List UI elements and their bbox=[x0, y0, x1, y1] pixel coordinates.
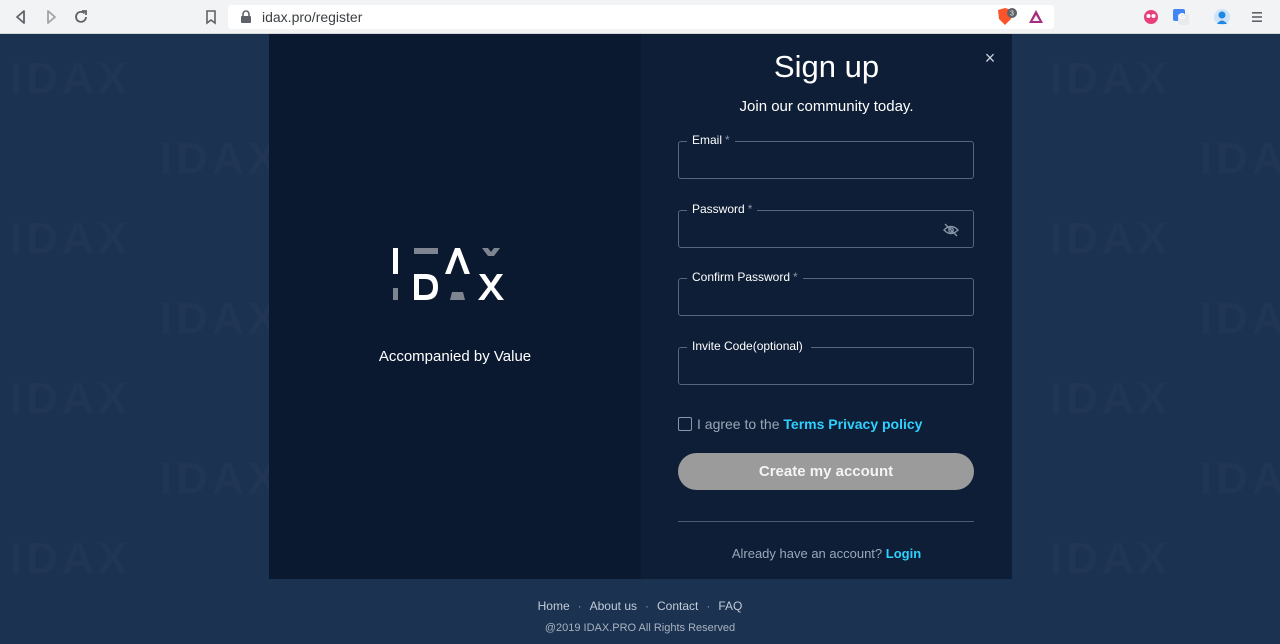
bg-logo: IDAX bbox=[10, 374, 131, 424]
brave-shield-icon[interactable]: 3 bbox=[996, 7, 1017, 25]
bg-logo: IDAX bbox=[1050, 214, 1171, 264]
bg-logo: IDAX bbox=[160, 134, 281, 184]
email-label: Email * bbox=[687, 132, 735, 148]
copyright: @2019 IDAX.PRO All Rights Reserved bbox=[544, 622, 736, 634]
bg-logo: IDAX bbox=[160, 454, 281, 504]
bg-logo: IDAX bbox=[1200, 454, 1280, 504]
footer-faq-link[interactable]: FAQ bbox=[718, 599, 742, 613]
invite-code-field[interactable]: Invite Code(optional) bbox=[678, 338, 974, 385]
password-label: Password * bbox=[687, 201, 758, 217]
confirm-password-field[interactable]: Confirm Password * bbox=[678, 269, 974, 316]
menu-icon[interactable] bbox=[1248, 8, 1266, 26]
brave-rewards-icon[interactable] bbox=[1027, 8, 1045, 26]
svg-text:3: 3 bbox=[1010, 11, 1014, 18]
footer-links: Home · About us · Contact · FAQ bbox=[0, 599, 1280, 613]
lock-icon bbox=[240, 10, 252, 24]
bg-logo: IDAX bbox=[1050, 54, 1171, 104]
extension-icon[interactable] bbox=[1142, 8, 1160, 26]
footer-about-link[interactable]: About us bbox=[590, 599, 637, 613]
terms-link[interactable]: Terms bbox=[783, 416, 824, 432]
signup-title: Sign up bbox=[773, 49, 880, 84]
back-icon[interactable] bbox=[12, 8, 30, 26]
url-text: idax.pro/register bbox=[262, 9, 363, 25]
divider bbox=[678, 521, 974, 522]
invite-code-label: Invite Code(optional) bbox=[687, 338, 811, 354]
bg-logo: IDAX bbox=[10, 54, 131, 104]
brand-tagline: Accompanied by Value bbox=[378, 348, 532, 365]
translate-icon[interactable]: G bbox=[1172, 8, 1190, 26]
footer-contact-link[interactable]: Contact bbox=[657, 599, 698, 613]
svg-text:G: G bbox=[1179, 12, 1185, 21]
create-account-button[interactable]: Create my account bbox=[678, 453, 974, 490]
agree-checkbox[interactable] bbox=[678, 417, 692, 431]
brand-panel bbox=[269, 34, 641, 579]
bookmark-icon[interactable] bbox=[202, 8, 220, 26]
eye-hidden-icon[interactable] bbox=[943, 223, 959, 237]
bg-logo: IDAX bbox=[1200, 294, 1280, 344]
privacy-policy-link[interactable]: Privacy policy bbox=[828, 416, 922, 432]
login-prompt: Already have an account? Login bbox=[731, 546, 922, 561]
password-field[interactable]: Password * bbox=[678, 201, 974, 248]
idax-logo bbox=[390, 244, 520, 304]
bg-logo: IDAX bbox=[1200, 134, 1280, 184]
browser-toolbar: idax.pro/register 3 G bbox=[0, 0, 1280, 34]
separator: · bbox=[577, 599, 582, 613]
confirm-password-label: Confirm Password * bbox=[687, 269, 803, 285]
footer-home-link[interactable]: Home bbox=[538, 599, 570, 613]
separator: · bbox=[706, 599, 711, 613]
bg-logo: IDAX bbox=[160, 294, 281, 344]
email-field[interactable]: Email * bbox=[678, 132, 974, 179]
separator: · bbox=[645, 599, 649, 613]
profile-icon[interactable] bbox=[1213, 8, 1231, 26]
bg-logo: IDAX bbox=[10, 214, 131, 264]
bg-logo: IDAX bbox=[1050, 534, 1171, 584]
reload-icon[interactable] bbox=[72, 8, 90, 26]
forward-icon[interactable] bbox=[42, 8, 60, 26]
address-bar[interactable]: idax.pro/register bbox=[228, 5, 1054, 29]
bg-logo: IDAX bbox=[1050, 374, 1171, 424]
signup-subtitle: Join our community today. bbox=[739, 98, 914, 115]
bg-logo: IDAX bbox=[10, 534, 131, 584]
login-link[interactable]: Login bbox=[886, 546, 921, 561]
agree-text: I agree to the Terms Privacy policy bbox=[697, 416, 923, 432]
